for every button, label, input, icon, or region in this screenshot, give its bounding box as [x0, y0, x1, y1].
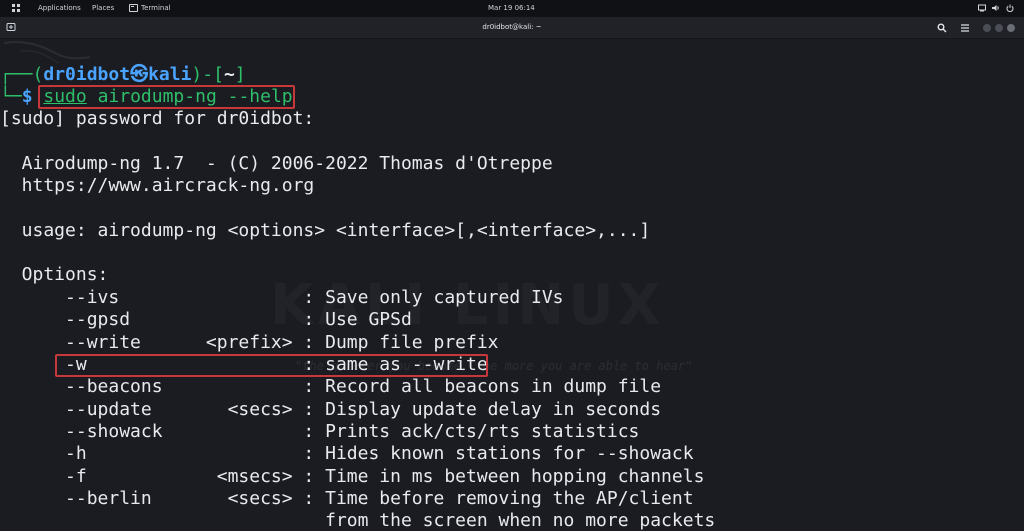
- applications-menu[interactable]: Applications: [38, 4, 81, 12]
- output-line: --berlin <secs> : Time before removing t…: [0, 487, 694, 509]
- close-button[interactable]: [1007, 24, 1015, 32]
- prompt-dollar: $: [21, 86, 33, 107]
- screen-icon[interactable]: [978, 4, 986, 12]
- output-line: --update <secs> : Display update delay i…: [0, 398, 662, 420]
- output-line: --gpsd : Use GPSd: [0, 309, 412, 331]
- prompt-line-top: ┌──(dr0idbot㉿kali)-[~]: [0, 65, 246, 85]
- places-menu[interactable]: Places: [92, 4, 114, 12]
- prompt-frame-bottom: └─: [0, 86, 22, 107]
- output-line: usage: airodump-ng <options> <interface>…: [0, 219, 651, 241]
- minimize-button[interactable]: [983, 24, 991, 32]
- output-line: --ivs : Save only captured IVs: [0, 286, 564, 308]
- output-line: from the screen when no more packets: [0, 510, 716, 531]
- prompt-frame: ┌──(: [0, 64, 44, 85]
- output-line: --write <prefix> : Dump file prefix: [0, 331, 499, 353]
- output-line: --beacons : Record all beacons in dump f…: [0, 376, 662, 398]
- terminal-output[interactable]: KALI LINUX "the quieter you become, the …: [0, 39, 1024, 531]
- hamburger-menu-icon[interactable]: [960, 23, 970, 33]
- output-line: https://www.aircrack-ng.org: [0, 175, 315, 197]
- system-top-panel: Applications Places Terminal Mar 19 06:1…: [0, 0, 1024, 17]
- prompt-dir: ~: [223, 64, 235, 85]
- search-icon[interactable]: [937, 23, 947, 33]
- prompt-dir-open: )-[: [191, 64, 224, 85]
- output-line: --showack : Prints ack/cts/rts statistic…: [0, 420, 640, 442]
- command-highlight-box: [38, 85, 295, 109]
- prompt-user: dr0idbot: [43, 64, 131, 85]
- volume-icon[interactable]: [992, 4, 1000, 12]
- window-title: dr0idbot@kali: ~: [482, 23, 542, 31]
- terminal-app-icon[interactable]: [129, 4, 138, 12]
- output-line: -h : Hides known stations for --showack: [0, 443, 694, 465]
- app-grid-icon[interactable]: [12, 4, 21, 13]
- output-line: Options:: [0, 264, 109, 286]
- maximize-button[interactable]: [995, 24, 1003, 32]
- terminal-titlebar: dr0idbot@kali: ~: [0, 17, 1024, 39]
- output-line: Airodump-ng 1.7 - (C) 2006-2022 Thomas d…: [0, 152, 553, 174]
- output-line: [sudo] password for dr0idbot:: [0, 108, 315, 129]
- output-line: -f <msecs> : Time in ms between hopping …: [0, 465, 705, 487]
- prompt-host: kali: [148, 64, 192, 85]
- clock[interactable]: Mar 19 06:14: [488, 4, 535, 12]
- prompt-at-symbol: ㉿: [130, 64, 149, 85]
- prompt-dir-close: ]: [234, 64, 246, 85]
- write-option-highlight-box: [55, 354, 488, 377]
- power-icon[interactable]: [1006, 4, 1014, 12]
- terminal-menu[interactable]: Terminal: [141, 4, 171, 12]
